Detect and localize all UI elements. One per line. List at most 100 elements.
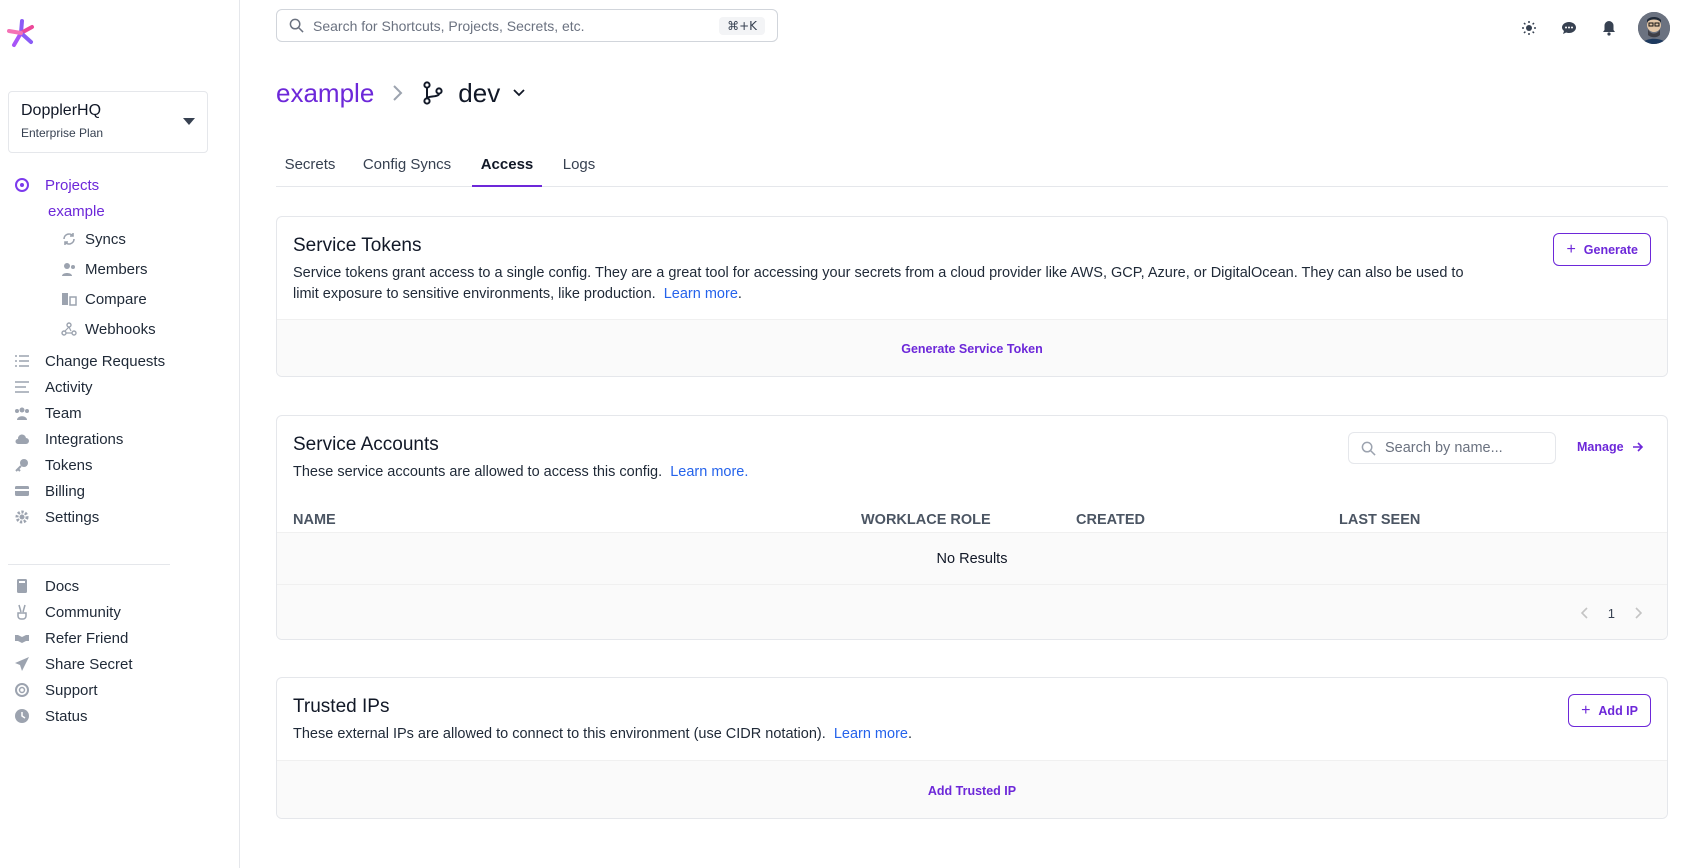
topbar-actions (1498, 12, 1670, 44)
add-trusted-ip-link[interactable]: Add Trusted IP (928, 784, 1016, 798)
sidebar-item-members[interactable]: Members (61, 258, 148, 280)
sidebar-item-label: Community (45, 603, 121, 621)
workspace-name: DopplerHQ (21, 102, 102, 119)
period: . (737, 286, 742, 302)
search-placeholder: Search by name... (1385, 440, 1503, 456)
projects-icon (14, 177, 30, 193)
checklist-icon (14, 353, 30, 369)
sidebar-item-label: Members (85, 260, 148, 278)
trusted-ips-description: These external IPs are allowed to connec… (293, 724, 912, 745)
column-header-created: CREATED (1076, 512, 1146, 528)
sidebar-item-label: Settings (45, 508, 100, 526)
paper-plane-icon (14, 656, 30, 672)
period: . (907, 726, 912, 742)
sidebar-item-webhooks[interactable]: Webhooks (61, 318, 156, 340)
user-avatar[interactable] (1638, 12, 1670, 44)
sidebar-item-support[interactable]: Support (14, 679, 98, 701)
chevron-right-icon[interactable] (1631, 606, 1645, 620)
sync-icon (61, 231, 77, 247)
sidebar-item-refer-friend[interactable]: Refer Friend (14, 627, 128, 649)
sidebar-item-label: Syncs (85, 230, 126, 248)
peace-hand-icon (14, 604, 30, 620)
sidebar-item-tokens[interactable]: Tokens (14, 454, 93, 476)
sidebar-item-project-example[interactable]: example (48, 200, 105, 222)
trusted-ips-title: Trusted IPs (293, 696, 390, 717)
keyboard-shortcut-badge: ⌘+K (719, 16, 765, 35)
period: . (744, 464, 749, 480)
manage-link[interactable]: Manage (1577, 440, 1644, 454)
sidebar-item-community[interactable]: Community (14, 601, 121, 623)
description-text: Service tokens grant access to a single … (293, 265, 1464, 302)
description-text: These service accounts are allowed to ac… (293, 464, 663, 480)
sidebar-divider (8, 564, 170, 565)
tab-logs[interactable]: Logs (552, 150, 606, 187)
search-icon (1361, 441, 1376, 456)
column-header-name: NAME (293, 512, 336, 528)
sidebar-item-team[interactable]: Team (14, 402, 82, 424)
add-ip-button[interactable]: + Add IP (1568, 694, 1651, 727)
sidebar-item-label: Change Requests (45, 352, 166, 370)
sidebar-item-status[interactable]: Status (14, 705, 88, 727)
column-header-last-seen: LAST SEEN (1339, 512, 1421, 528)
credit-card-icon (14, 483, 30, 499)
service-tokens-card: Service Tokens Service tokens grant acce… (276, 216, 1668, 377)
add-ip-button-label: Add IP (1598, 703, 1638, 718)
learn-more-link[interactable]: Learn more (834, 726, 908, 742)
bell-icon[interactable] (1600, 19, 1618, 37)
sidebar-item-integrations[interactable]: Integrations (14, 428, 123, 450)
sidebar-item-change-requests[interactable]: Change Requests (14, 350, 165, 372)
sidebar-item-syncs[interactable]: Syncs (61, 228, 126, 250)
pagination: 1 (1578, 606, 1645, 621)
learn-more-link[interactable]: Learn more (664, 286, 738, 302)
generate-service-token-link[interactable]: Generate Service Token (901, 342, 1043, 356)
service-account-search-input[interactable]: Search by name... (1348, 432, 1556, 464)
clock-icon (14, 708, 30, 724)
compare-icon (61, 291, 77, 307)
sidebar-item-docs[interactable]: Docs (14, 575, 79, 597)
sidebar-item-label: Compare (85, 290, 147, 308)
sidebar-item-label: Webhooks (85, 320, 156, 338)
sidebar-item-projects[interactable]: Projects (14, 174, 99, 196)
life-ring-icon (14, 682, 30, 698)
config-tabs: Secrets Config Syncs Access Logs (276, 150, 1668, 187)
generate-button[interactable]: + Generate (1553, 233, 1651, 266)
service-accounts-description: These service accounts are allowed to ac… (293, 462, 748, 483)
breadcrumb: example dev (276, 74, 526, 112)
sidebar-item-label: Tokens (45, 456, 93, 474)
chevron-left-icon[interactable] (1578, 606, 1592, 620)
workspace-switcher[interactable]: DopplerHQ Enterprise Plan (8, 91, 208, 153)
book-icon (14, 578, 30, 594)
sidebar-item-label: Status (45, 707, 88, 725)
column-header-workplace-role: WORKLACE ROLE (861, 512, 991, 528)
sidebar-item-share-secret[interactable]: Share Secret (14, 653, 133, 675)
tab-config-syncs[interactable]: Config Syncs (352, 150, 462, 187)
service-tokens-description: Service tokens grant access to a single … (293, 263, 1473, 305)
doppler-logo[interactable] (6, 18, 36, 48)
learn-more-link[interactable]: Learn more (670, 464, 744, 480)
breadcrumb-config-selector[interactable]: dev (458, 78, 500, 109)
tab-secrets[interactable]: Secrets (276, 150, 344, 187)
sidebar-item-billing[interactable]: Billing (14, 480, 85, 502)
team-icon (14, 405, 30, 421)
chat-icon[interactable] (1560, 19, 1578, 37)
theme-toggle-sun-icon[interactable] (1520, 19, 1538, 37)
sidebar-item-settings[interactable]: Settings (14, 506, 99, 528)
service-accounts-empty-row: No Results (277, 532, 1667, 584)
breadcrumb-project-link[interactable]: example (276, 78, 374, 109)
cloud-icon (14, 431, 30, 447)
global-search-input[interactable]: Search for Shortcuts, Projects, Secrets,… (276, 9, 778, 42)
git-branch-icon (422, 81, 444, 105)
plus-icon: + (1566, 240, 1576, 258)
service-tokens-empty-state: Generate Service Token (277, 319, 1667, 376)
sidebar-item-compare[interactable]: Compare (61, 288, 147, 310)
sidebar-item-activity[interactable]: Activity (14, 376, 93, 398)
no-results-text: No Results (936, 550, 1008, 567)
caret-down-icon (183, 118, 195, 125)
sidebar-item-label: Team (45, 404, 82, 422)
list-icon (14, 379, 30, 395)
sidebar-item-label: Activity (45, 378, 93, 396)
sidebar-item-label: example (48, 202, 105, 220)
chevron-down-icon[interactable] (512, 86, 526, 100)
chevron-right-icon (392, 84, 404, 102)
tab-access[interactable]: Access (472, 150, 542, 187)
